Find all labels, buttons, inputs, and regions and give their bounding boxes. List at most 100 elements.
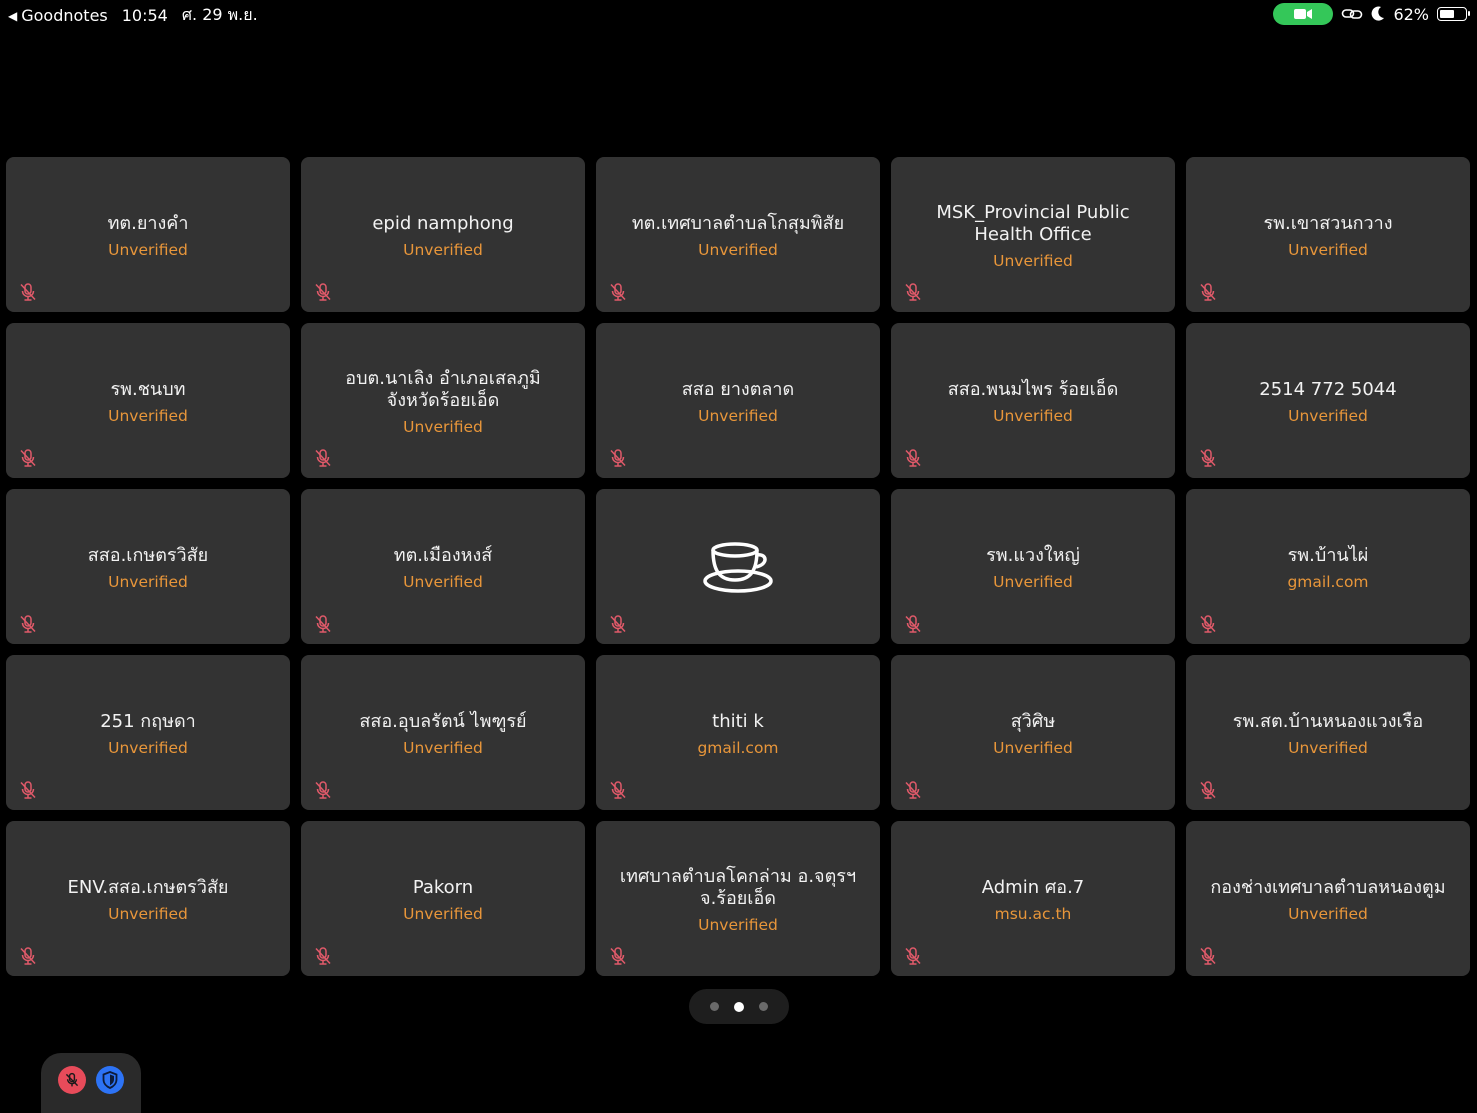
moon-icon bbox=[1372, 6, 1385, 21]
participant-name: ทต.เมืองหงส์ bbox=[393, 545, 493, 566]
participant-status: Unverified bbox=[403, 905, 483, 923]
participant-tile[interactable]: สสอ ยางตลาด Unverified bbox=[596, 323, 880, 478]
muted-mic-icon bbox=[905, 283, 921, 301]
participant-name: เทศบาลตำบลโคกล่าม อ.จตุรฯ จ.ร้อยเอ็ด bbox=[619, 866, 857, 909]
participant-tile[interactable]: Pakorn Unverified bbox=[301, 821, 585, 976]
participant-tile[interactable]: สุวิศิษ Unverified bbox=[891, 655, 1175, 810]
participant-status: Unverified bbox=[1288, 241, 1368, 259]
participant-tile[interactable]: สสอ.เกษตรวิสัย Unverified bbox=[6, 489, 290, 644]
page-dot[interactable] bbox=[759, 1002, 768, 1011]
participant-status: Unverified bbox=[108, 407, 188, 425]
participant-name: ทต.ยางคำ bbox=[107, 213, 189, 234]
muted-mic-icon bbox=[1200, 781, 1216, 799]
participant-name: รพ.เขาสวนกวาง bbox=[1263, 213, 1393, 234]
participant-tile[interactable]: อบต.นาเลิง อำเภอเสลภูมิ จังหวัดร้อยเอ็ด U… bbox=[301, 323, 585, 478]
participant-status: Unverified bbox=[1288, 739, 1368, 757]
participant-status: gmail.com bbox=[1287, 573, 1369, 591]
participant-name: รพ.บ้านไผ่ bbox=[1287, 545, 1369, 566]
muted-mic-icon bbox=[905, 449, 921, 467]
participant-name: รพ.ชนบท bbox=[110, 379, 186, 400]
muted-mic-icon bbox=[315, 947, 331, 965]
participant-tile[interactable]: รพ.เขาสวนกวาง Unverified bbox=[1186, 157, 1470, 312]
participant-status: Unverified bbox=[698, 916, 778, 934]
participant-tile[interactable]: ENV.สสอ.เกษตรวิสัย Unverified bbox=[6, 821, 290, 976]
participant-tile[interactable]: รพ.บ้านไผ่ gmail.com bbox=[1186, 489, 1470, 644]
battery-icon bbox=[1437, 7, 1470, 21]
muted-mic-icon bbox=[1200, 615, 1216, 633]
participant-name: ทต.เทศบาลตำบลโกสุมพิสัย bbox=[631, 213, 845, 234]
muted-mic-icon bbox=[610, 449, 626, 467]
coffee-cup-icon bbox=[703, 541, 773, 593]
participant-status: Unverified bbox=[698, 241, 778, 259]
participant-tile[interactable]: Admin ศอ.7 msu.ac.th bbox=[891, 821, 1175, 976]
participant-name: epid namphong bbox=[372, 213, 514, 234]
status-time: 10:54 bbox=[121, 6, 168, 25]
participant-name: สสอ.พนมไพร ร้อยเอ็ด bbox=[947, 379, 1119, 400]
participant-name: Admin ศอ.7 bbox=[981, 877, 1085, 898]
participant-tile[interactable]: รพ.ชนบท Unverified bbox=[6, 323, 290, 478]
participant-tile[interactable]: ทต.เทศบาลตำบลโกสุมพิสัย Unverified bbox=[596, 157, 880, 312]
muted-mic-icon bbox=[1200, 449, 1216, 467]
participant-name: สสอ.อุบลรัตน์ ไพฑูรย์ bbox=[359, 711, 527, 732]
link-icon bbox=[1342, 9, 1363, 19]
participant-status: Unverified bbox=[993, 252, 1073, 270]
participant-tile[interactable]: ทต.ยางคำ Unverified bbox=[6, 157, 290, 312]
muted-mic-icon bbox=[905, 947, 921, 965]
participant-name: Pakorn bbox=[412, 877, 474, 898]
muted-mic-icon bbox=[20, 449, 36, 467]
participant-tile[interactable]: รพ.สต.บ้านหนองแวงเรือ Unverified bbox=[1186, 655, 1470, 810]
participant-name: thiti k bbox=[712, 711, 764, 732]
participant-tile[interactable]: ทต.เมืองหงส์ Unverified bbox=[301, 489, 585, 644]
battery-percent: 62% bbox=[1393, 4, 1429, 24]
status-date: ศ. 29 พ.ย. bbox=[181, 5, 258, 24]
video-camera-icon bbox=[1294, 9, 1313, 19]
participant-name: สุวิศิษ bbox=[1010, 711, 1056, 732]
muted-mic-icon bbox=[315, 781, 331, 799]
muted-mic-icon bbox=[1200, 283, 1216, 301]
participant-tile[interactable]: รพ.แวงใหญ่ Unverified bbox=[891, 489, 1175, 644]
muted-mic-icon bbox=[20, 781, 36, 799]
participant-status: Unverified bbox=[108, 573, 188, 591]
muted-mic-icon bbox=[905, 781, 921, 799]
muted-mic-icon bbox=[315, 615, 331, 633]
participant-status: Unverified bbox=[993, 739, 1073, 757]
muted-mic-icon bbox=[610, 947, 626, 965]
participant-tile[interactable]: thiti k gmail.com bbox=[596, 655, 880, 810]
security-button[interactable] bbox=[96, 1066, 124, 1094]
page-indicator[interactable] bbox=[689, 989, 789, 1024]
muted-mic-icon bbox=[610, 283, 626, 301]
participant-name: สสอ ยางตลาด bbox=[681, 379, 795, 400]
participant-status: Unverified bbox=[108, 739, 188, 757]
status-bar: ◀ Goodnotes 10:54 ศ. 29 พ.ย. 62% bbox=[0, 0, 1477, 28]
participant-tile[interactable] bbox=[596, 489, 880, 644]
participant-status: Unverified bbox=[993, 407, 1073, 425]
participant-status: Unverified bbox=[108, 241, 188, 259]
muted-mic-icon bbox=[610, 615, 626, 633]
muted-mic-icon bbox=[610, 781, 626, 799]
participant-status: Unverified bbox=[1288, 905, 1368, 923]
participant-status: Unverified bbox=[403, 573, 483, 591]
back-app-label[interactable]: Goodnotes bbox=[21, 6, 108, 25]
participant-tile[interactable]: กองช่างเทศบาลตำบลหนองตูม Unverified bbox=[1186, 821, 1470, 976]
participant-status: Unverified bbox=[698, 407, 778, 425]
participant-tile[interactable]: สสอ.พนมไพร ร้อยเอ็ด Unverified bbox=[891, 323, 1175, 478]
participant-tile[interactable]: epid namphong Unverified bbox=[301, 157, 585, 312]
unmute-button[interactable] bbox=[58, 1066, 86, 1094]
participant-name: รพ.สต.บ้านหนองแวงเรือ bbox=[1232, 711, 1424, 732]
participant-name: รพ.แวงใหญ่ bbox=[986, 545, 1080, 566]
muted-mic-icon bbox=[315, 283, 331, 301]
participant-tile[interactable]: 2514 772 5044 Unverified bbox=[1186, 323, 1470, 478]
participant-tile[interactable]: MSK_Provincial Public Health Office Unver… bbox=[891, 157, 1175, 312]
participant-tile[interactable]: 251 กฤษดา Unverified bbox=[6, 655, 290, 810]
participant-grid: ทต.ยางคำ Unverified epid namphong Unverifie… bbox=[6, 157, 1470, 976]
back-arrow-icon[interactable]: ◀ bbox=[8, 9, 17, 23]
participant-tile[interactable]: สสอ.อุบลรัตน์ ไพฑูรย์ Unverified bbox=[301, 655, 585, 810]
shield-icon bbox=[102, 1071, 118, 1089]
camera-in-use-indicator[interactable] bbox=[1273, 3, 1334, 25]
page-dot[interactable] bbox=[734, 1001, 744, 1012]
participant-status: gmail.com bbox=[697, 739, 779, 757]
participant-name: 251 กฤษดา bbox=[100, 711, 196, 732]
participant-tile[interactable]: เทศบาลตำบลโคกล่าม อ.จตุรฯ จ.ร้อยเอ็ด Unve… bbox=[596, 821, 880, 976]
page-dot[interactable] bbox=[710, 1002, 719, 1011]
participant-status: msu.ac.th bbox=[994, 905, 1072, 923]
